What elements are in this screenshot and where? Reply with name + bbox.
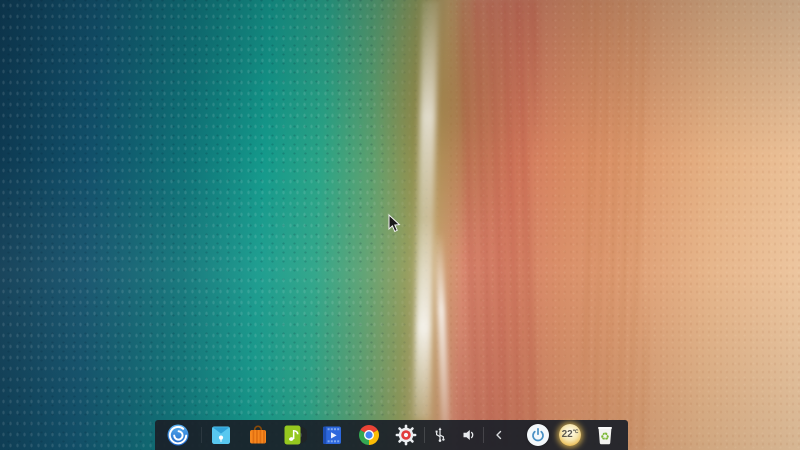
deepin-launcher-icon — [167, 424, 189, 446]
dock-item-control-center[interactable] — [387, 420, 424, 450]
temperature-badge: 22 ℃ — [559, 424, 581, 446]
dock: 22 ℃ ♻ — [155, 420, 628, 450]
music-player-icon — [284, 425, 307, 445]
dock-item-chrome[interactable] — [350, 420, 387, 450]
tray-usb-device[interactable] — [425, 420, 454, 450]
recycle-glyph: ♻ — [600, 431, 609, 443]
dock-item-file-manager[interactable] — [202, 420, 239, 450]
file-manager-icon — [211, 426, 230, 444]
trash-can-icon: ♻ — [598, 427, 612, 445]
tray-volume[interactable] — [454, 420, 483, 450]
desktop: 22 ℃ ♻ — [0, 0, 800, 450]
temperature-value: 22 — [561, 429, 573, 440]
tray-collapse-button[interactable] — [484, 420, 514, 450]
dock-item-movie[interactable] — [313, 420, 350, 450]
movie-player-icon — [322, 426, 341, 444]
dock-item-app-store[interactable] — [239, 420, 276, 450]
wet-sand-streaks — [462, 0, 536, 450]
dock-item-trash[interactable]: ♻ — [586, 420, 624, 450]
dock-item-music[interactable] — [276, 420, 313, 450]
chevron-left-icon — [496, 430, 502, 440]
deepin-launcher-button[interactable] — [155, 420, 201, 450]
control-center-icon — [395, 424, 416, 446]
usb-icon — [435, 427, 445, 442]
power-icon — [526, 424, 549, 446]
chrome-browser-icon — [358, 425, 379, 445]
app-store-icon — [249, 425, 266, 444]
temperature-unit: ℃ — [572, 429, 579, 435]
dune-streaks — [584, 0, 646, 450]
temperature-widget[interactable]: 22 ℃ — [554, 420, 586, 450]
dock-spacer — [514, 435, 521, 436]
volume-icon — [463, 430, 473, 440]
mouse-cursor — [388, 213, 402, 239]
shutdown-button[interactable] — [521, 420, 554, 450]
